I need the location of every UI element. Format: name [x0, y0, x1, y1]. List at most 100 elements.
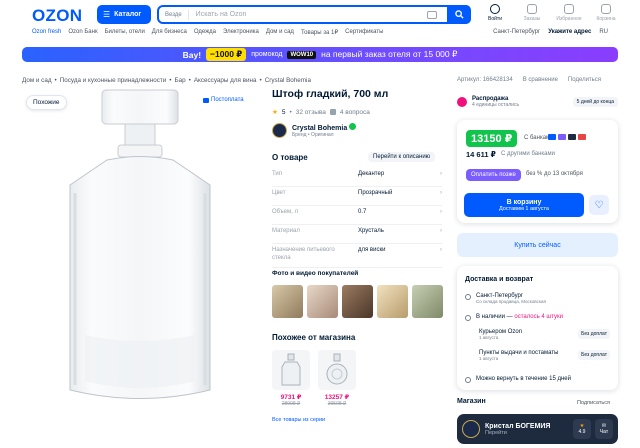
store-name: Кристал БОГЕМИЯ — [485, 422, 551, 430]
price-secondary: 14 611 ₽ — [466, 150, 496, 159]
store-title: Магазин — [457, 398, 486, 405]
delivery-city-row[interactable]: Санкт-Петербург Со склада продавца, Моско… — [465, 293, 610, 304]
banner-word: Вау! — [182, 49, 202, 60]
subscribe-button[interactable]: Подписаться — [577, 400, 610, 406]
courier-row[interactable]: Курьером Ozon 1 августа Без доплат — [479, 329, 610, 340]
article-number[interactable]: Артикул: 166428134 — [457, 77, 513, 83]
cart-button-label: В корзину — [506, 198, 542, 206]
language-select[interactable]: RU — [599, 29, 608, 35]
subnav-item[interactable]: Ozon Банк — [68, 29, 97, 36]
favorites-button[interactable]: Избранное — [556, 4, 582, 22]
user-icon — [490, 4, 500, 14]
go-to-description-button[interactable]: Перейти к описанию — [368, 152, 436, 162]
customer-photo[interactable] — [272, 285, 303, 318]
breadcrumb-item[interactable]: Бар — [174, 77, 185, 84]
promo-banner[interactable]: Вау! −1000 ₽ промокод WOW10 на первый за… — [22, 47, 618, 62]
price-main: 13150 ₽ — [466, 130, 518, 147]
store-card[interactable]: Кристал БОГЕМИЯ Перейти ★ 4.9 ✉ Чат — [457, 414, 618, 444]
box-icon — [527, 4, 537, 14]
specs-list: Тип Декантер › Цвет Прозрачный › Объем, л 0.7… — [272, 168, 442, 268]
breadcrumb-item[interactable]: Аксессуары для вина — [194, 77, 257, 84]
delivery-title: Доставка и возврат — [465, 276, 534, 283]
store-rating: ★ 4.9 — [573, 419, 591, 439]
subnav-item[interactable]: Одежда — [194, 29, 216, 36]
subnav: Ozon fresh Ozon Банк Билеты, отели Для б… — [0, 29, 640, 41]
pin-icon — [465, 294, 471, 300]
compare-link[interactable]: В сравнение — [523, 77, 558, 83]
spec-row: Материал Хрусталь › — [272, 225, 442, 244]
header-icons: Войти Заказы Избранное Корзина — [482, 4, 619, 22]
customer-photo[interactable] — [342, 285, 373, 318]
bank-cards — [548, 134, 586, 140]
address-link[interactable]: Укажите адрес — [548, 29, 591, 35]
store-go-link[interactable]: Перейти — [485, 430, 550, 436]
pay-later-button[interactable]: Оплатить позже — [466, 169, 521, 181]
product-photo[interactable] — [55, 85, 225, 410]
cart-button[interactable]: Корзина — [593, 4, 619, 22]
info-icon: › — [440, 228, 442, 234]
wallet-icon — [203, 97, 209, 103]
product-thumbnail — [272, 350, 310, 390]
reviews-link[interactable]: 32 отзыва — [296, 109, 326, 116]
subnav-links: Ozon fresh Ozon Банк Билеты, отели Для б… — [32, 29, 383, 36]
search-input[interactable]: Искать на Ozon — [189, 11, 427, 18]
check-icon — [465, 315, 471, 321]
banner-promo-code: WOW10 — [287, 50, 317, 59]
shop-similar-title: Похожее от магазина — [272, 333, 356, 342]
sale-badge: 5 дней до конца — [572, 97, 618, 107]
subnav-item[interactable]: Ozon fresh — [32, 29, 61, 36]
banner-amount: −1000 ₽ — [206, 48, 247, 61]
search-button[interactable] — [447, 5, 471, 24]
rating-row: ★ 5 • 32 отзыва 4 вопроса — [272, 108, 370, 117]
brand-sub: Бренд • Оригинал — [292, 132, 334, 138]
card-icon — [568, 134, 576, 140]
pickup-row[interactable]: Пункты выдачи и постаматы 1 августа Без д… — [479, 350, 610, 361]
ozon-logo[interactable]: OZON — [32, 6, 82, 26]
similar-product-card[interactable]: 13257 ₽ 39508 ₽ — [318, 350, 356, 407]
about-title: О товаре — [272, 153, 308, 162]
favorite-button[interactable]: ♡ — [589, 195, 609, 215]
banner-text: на первый заказ отеля от 15 000 ₽ — [321, 49, 458, 59]
breadcrumb-item[interactable]: Посуда и кухонные принадлежности — [60, 77, 167, 84]
spec-row: Цвет Прозрачный › — [272, 187, 442, 206]
similar-button[interactable]: Похожие — [26, 95, 67, 110]
price-secondary-note: С другими банками — [501, 151, 555, 157]
questions-link[interactable]: 4 вопроса — [340, 109, 370, 116]
similar-product-card[interactable]: 9731 ₽ 28998 ₽ — [272, 350, 310, 407]
postoplate-badge[interactable]: Постоплата — [203, 97, 244, 103]
card-icon — [558, 134, 566, 140]
subnav-item[interactable]: Сертификаты — [345, 29, 383, 36]
subnav-item[interactable]: Для бизнеса — [152, 29, 187, 36]
customer-photo[interactable] — [412, 285, 443, 318]
subnav-item[interactable]: Дом и сад — [266, 29, 294, 36]
product-thumbnail — [318, 350, 356, 390]
heart-icon — [564, 4, 574, 14]
search-scope-select[interactable]: Везде — [159, 9, 189, 20]
buy-now-button[interactable]: Купить сейчас — [457, 233, 618, 257]
login-button[interactable]: Войти — [482, 4, 508, 22]
share-link[interactable]: Поделиться — [568, 77, 601, 83]
customer-photo[interactable] — [377, 285, 408, 318]
all-series-link[interactable]: Все товары из серии — [272, 417, 325, 423]
breadcrumb-item[interactable]: Дом и сад — [22, 77, 52, 84]
spec-row: Назначение питьевого стекла для виски › — [272, 244, 442, 268]
heart-icon: ♡ — [594, 199, 604, 211]
product-old-price: 28998 ₽ — [281, 401, 301, 407]
store-logo — [462, 420, 480, 438]
subnav-item[interactable]: Товары за 1₽ — [301, 29, 338, 36]
customer-photos-title: Фото и видео покупателей — [272, 270, 359, 277]
city-select[interactable]: Санкт-Петербург — [493, 29, 540, 35]
catalog-button[interactable]: ☰ Каталог — [97, 5, 151, 24]
orders-button[interactable]: Заказы — [519, 4, 545, 22]
brand-block[interactable]: Crystal Bohemia Бренд • Оригинал — [272, 123, 357, 138]
breadcrumb-item[interactable]: Crystal Bohemia — [265, 77, 311, 84]
store-chat-button[interactable]: ✉ Чат — [595, 419, 613, 439]
return-row[interactable]: Можно вернуть в течение 15 дней — [465, 376, 610, 383]
info-icon: › — [440, 190, 442, 196]
spec-row: Объем, л 0.7 › — [272, 206, 442, 225]
customer-photo[interactable] — [307, 285, 338, 318]
add-to-cart-button[interactable]: В корзину Доставим 1 августа — [464, 193, 584, 217]
camera-icon[interactable] — [427, 10, 437, 19]
subnav-item[interactable]: Билеты, отели — [105, 29, 145, 36]
subnav-item[interactable]: Электроника — [223, 29, 259, 36]
